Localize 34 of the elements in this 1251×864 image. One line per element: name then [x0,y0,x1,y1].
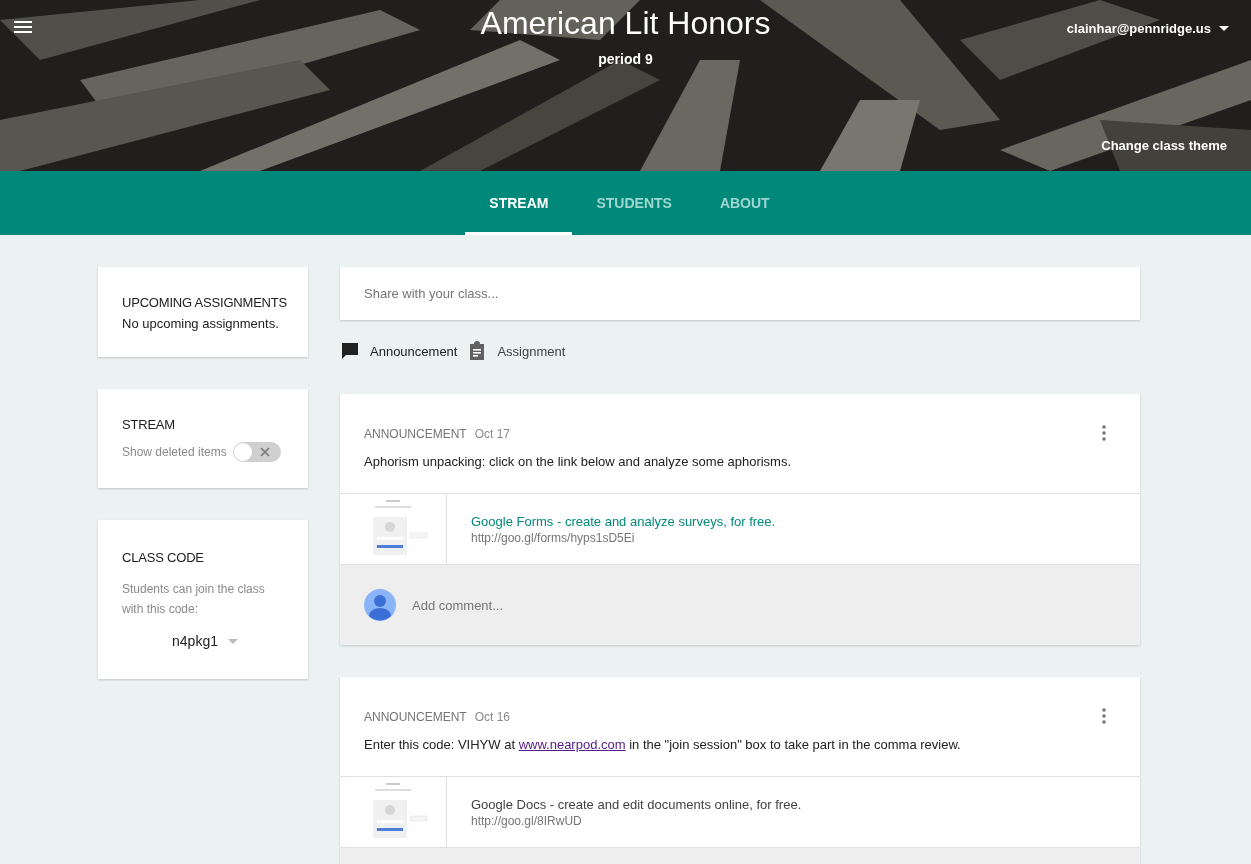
post-date: Oct 17 [474,427,511,441]
class-section: period 9 [598,51,653,67]
card-title: STREAM [122,417,176,432]
post-type-option[interactable]: Assignment [467,338,566,364]
avatar-icon [364,589,396,621]
post-type: ANNOUNCEMENT [364,710,467,724]
comment-field[interactable]: Add comment... [412,593,1116,617]
share-field[interactable]: Share with your class... [340,267,1140,320]
card-title: CLASS CODE [122,550,205,565]
post-text: Aphorism unpacking: click on the link below and analyze some aphorisms. [364,454,793,469]
post-text: Enter this code: VIHYW at www.nearpod.com in the "join session" box to take part in the comma review. [364,737,962,752]
toggle-label: Show deleted items [122,445,227,459]
post-link[interactable]: www.nearpod.com [518,737,626,752]
tab[interactable]: STREAM [465,174,573,235]
attachment-url: http://goo.gl/forms/hyps1sD5Ei [471,530,636,545]
card-text: Students can join the class with this code: [122,581,266,618]
class-title: American Lit Honors [480,4,771,42]
menu-icon[interactable] [14,21,32,33]
caret-icon [1219,26,1229,31]
attachment-url: http://goo.gl/8IRwUD [471,813,583,828]
card-title: UPCOMING ASSIGNMENTS [122,295,288,310]
more-icon[interactable] [1102,425,1106,441]
post-type-option[interactable]: Announcement [340,338,458,364]
class-code: n4pkg1 [172,633,218,649]
more-icon[interactable] [1102,708,1106,724]
attachment-title[interactable]: Google Docs - create and edit documents online, for free. [471,796,802,812]
card-text: No upcoming assignments. [122,316,280,331]
attachment-title[interactable]: Google Forms - create and analyze surveys, for free. [471,513,776,529]
post-type: ANNOUNCEMENT [364,427,467,441]
speech-bubble-icon [340,341,360,361]
account-menu[interactable]: clainhar@pennridge.us [1066,21,1229,36]
close-icon [259,447,270,457]
toggle-switch[interactable] [232,442,281,462]
post-date: Oct 16 [474,710,511,724]
